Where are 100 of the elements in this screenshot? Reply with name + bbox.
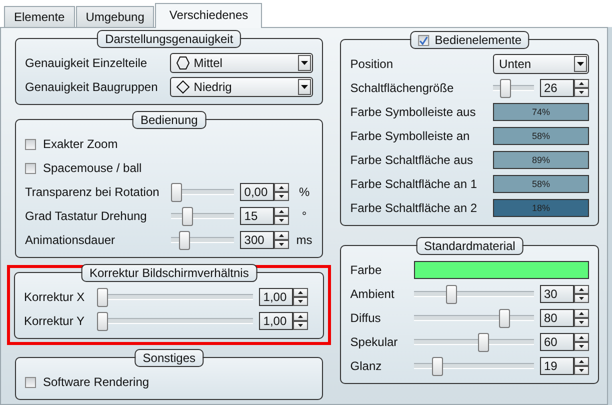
spin-down-button[interactable] xyxy=(574,88,589,97)
slider-thumb[interactable] xyxy=(96,288,108,306)
dropdown[interactable]: Unten xyxy=(493,54,589,74)
slider[interactable] xyxy=(414,308,534,328)
spin-down-button[interactable] xyxy=(274,216,290,225)
spin-down-button[interactable] xyxy=(274,240,290,249)
unit-label: ° xyxy=(300,209,308,223)
down-arrow-icon xyxy=(579,345,584,348)
slider-thumb[interactable] xyxy=(498,308,510,328)
slider-thumb[interactable] xyxy=(96,312,108,330)
up-arrow-icon xyxy=(279,210,284,213)
spin-up-button[interactable] xyxy=(574,79,589,88)
number-field[interactable]: 1,00 xyxy=(259,288,294,306)
caret-icon xyxy=(301,61,308,65)
unit-label: % xyxy=(298,185,311,199)
down-arrow-icon xyxy=(279,219,284,222)
field-label: Korrektur Y xyxy=(24,313,85,330)
slider[interactable] xyxy=(493,78,534,98)
caret-icon xyxy=(577,62,584,66)
spin-down-button[interactable] xyxy=(293,321,308,330)
slider[interactable] xyxy=(414,356,534,376)
color-swatch[interactable]: 58% xyxy=(493,175,589,193)
color-swatch[interactable]: 58% xyxy=(493,127,589,145)
slider-thumb[interactable] xyxy=(171,182,182,202)
up-arrow-icon xyxy=(579,288,584,291)
color-swatch[interactable] xyxy=(414,261,589,279)
spin-up-button[interactable] xyxy=(274,231,290,240)
spin-down-button[interactable] xyxy=(574,318,589,327)
group-title: Sonstiges xyxy=(142,351,196,365)
dropdown-button[interactable] xyxy=(298,79,312,95)
up-arrow-icon xyxy=(579,360,584,363)
checkbox[interactable] xyxy=(25,376,36,388)
number-field[interactable]: 80 xyxy=(540,309,574,327)
field-label: Ambient xyxy=(350,286,396,303)
number-field[interactable]: 0,00 xyxy=(240,183,274,201)
color-swatch[interactable]: 89% xyxy=(493,151,589,169)
field-label: Animationsdauer xyxy=(25,232,116,249)
group-title: Standardmaterial xyxy=(424,239,516,253)
number-field[interactable]: 60 xyxy=(540,333,574,351)
dropdown-button[interactable] xyxy=(574,56,587,72)
group-title: Darstellungsgenauigkeit xyxy=(105,32,234,46)
spin-up-button[interactable] xyxy=(274,183,290,192)
slider[interactable] xyxy=(96,312,254,330)
dropdown-button[interactable] xyxy=(298,55,312,71)
up-arrow-icon xyxy=(279,234,284,237)
down-arrow-icon xyxy=(298,324,304,327)
slider-thumb[interactable] xyxy=(446,284,458,304)
dropdown[interactable]: Niedrig xyxy=(170,77,314,97)
number-field[interactable]: 15 xyxy=(240,207,274,225)
field-label: Korrektur X xyxy=(24,289,85,306)
dropdown[interactable]: Mittel xyxy=(170,53,314,73)
slider-thumb[interactable] xyxy=(179,230,190,250)
field-label: Grad Tastatur Drehung xyxy=(25,208,148,225)
field-label: Farbe Symbolleiste an xyxy=(350,128,471,145)
slider-thumb[interactable] xyxy=(432,356,444,376)
number-field[interactable]: 19 xyxy=(540,357,574,375)
spin-up-button[interactable] xyxy=(293,288,308,297)
spin-up-button[interactable] xyxy=(574,285,589,294)
checkbox-label: Exakter Zoom xyxy=(43,136,118,153)
slider[interactable] xyxy=(171,182,234,202)
down-arrow-icon xyxy=(579,91,584,94)
spin-up-button[interactable] xyxy=(574,333,589,342)
checkbox[interactable] xyxy=(25,138,36,150)
slider-thumb[interactable] xyxy=(478,332,490,352)
slider[interactable] xyxy=(96,288,254,306)
spin-down-button[interactable] xyxy=(274,192,290,201)
diamond-icon xyxy=(176,80,190,94)
checkbox[interactable] xyxy=(418,34,429,46)
spin-up-button[interactable] xyxy=(274,207,290,216)
spin-down-button[interactable] xyxy=(574,366,589,375)
tab[interactable]: Umgebung xyxy=(76,6,154,27)
spin-down-button[interactable] xyxy=(574,294,589,303)
slider[interactable] xyxy=(414,332,534,352)
checkbox[interactable] xyxy=(25,162,36,174)
spin-up-button[interactable] xyxy=(574,357,589,366)
number-field[interactable]: 1,00 xyxy=(259,312,294,330)
spin-down-button[interactable] xyxy=(574,342,589,351)
up-arrow-icon xyxy=(298,291,304,294)
slider[interactable] xyxy=(414,284,534,304)
spin-down-button[interactable] xyxy=(293,297,308,306)
number-field[interactable]: 30 xyxy=(540,285,574,303)
down-arrow-icon xyxy=(579,297,584,300)
tab[interactable]: Elemente xyxy=(4,6,75,27)
down-arrow-icon xyxy=(279,195,284,198)
spin-up-button[interactable] xyxy=(574,309,589,318)
slider-thumb[interactable] xyxy=(182,206,193,226)
spin-up-button[interactable] xyxy=(293,312,308,321)
number-field[interactable]: 26 xyxy=(540,79,574,97)
slider[interactable] xyxy=(171,206,234,226)
group-title: Korrektur Bildschirmverhältnis xyxy=(89,266,249,280)
field-label: Schaltflächengröße xyxy=(350,80,455,97)
color-swatch[interactable]: 74% xyxy=(493,103,589,121)
tab[interactable]: Verschiedenes xyxy=(155,3,262,28)
slider-thumb[interactable] xyxy=(500,78,511,98)
slider[interactable] xyxy=(171,230,234,250)
down-arrow-icon xyxy=(298,300,304,303)
field-label: Farbe Schaltfläche aus xyxy=(350,152,474,169)
up-arrow-icon xyxy=(279,186,284,189)
number-field[interactable]: 300 xyxy=(240,231,274,249)
dropdown-value: Niedrig xyxy=(194,79,233,96)
